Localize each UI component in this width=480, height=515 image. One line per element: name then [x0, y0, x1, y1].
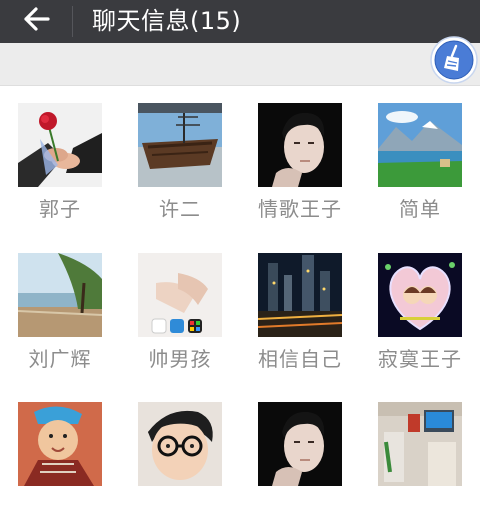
- member-shop[interactable]: [366, 385, 476, 515]
- page-title: 聊天信息(15): [92, 7, 242, 35]
- member-boy-cap[interactable]: [6, 385, 116, 515]
- avatar: [138, 402, 222, 486]
- member-qinggewangzi[interactable]: 情歌王子: [246, 86, 356, 221]
- avatar: [378, 103, 462, 187]
- member-name: 刘广辉: [28, 347, 92, 371]
- member-jiandan[interactable]: 简单: [366, 86, 476, 221]
- member-name: 简单: [399, 197, 441, 221]
- avatar: [378, 253, 462, 337]
- avatar: [138, 103, 222, 187]
- avatar: [378, 402, 462, 486]
- avatar: [138, 253, 222, 337]
- avatar: [258, 402, 342, 486]
- member-name: 情歌王子: [258, 197, 342, 221]
- member-young-man[interactable]: [246, 385, 356, 515]
- broom-icon: [430, 36, 478, 84]
- member-name: 郭子: [39, 197, 81, 221]
- member-guozi[interactable]: 郭子: [6, 86, 116, 221]
- avatar: [18, 402, 102, 486]
- arrow-left-icon: [23, 7, 51, 35]
- member-jimowangzi[interactable]: 寂寞王子: [366, 236, 476, 371]
- member-shuainanhai[interactable]: 帅男孩: [126, 236, 236, 371]
- member-name: 相信自己: [258, 347, 342, 371]
- header-divider: [72, 6, 73, 37]
- member-child-glasses[interactable]: [126, 385, 236, 515]
- avatar: [18, 253, 102, 337]
- member-name: 寂寞王子: [378, 347, 462, 371]
- back-button[interactable]: [20, 6, 54, 36]
- clean-button[interactable]: [429, 35, 479, 85]
- avatar: [258, 253, 342, 337]
- avatar: [258, 103, 342, 187]
- member-xiangxinziji[interactable]: 相信自己: [246, 236, 356, 371]
- member-grid: 郭子 许二 情歌王子 简单 刘广辉 帅男孩 相信自己 寂寞王子: [0, 86, 480, 486]
- member-xuer[interactable]: 许二: [126, 86, 236, 221]
- member-liuguanghui[interactable]: 刘广辉: [6, 236, 116, 371]
- member-name: 帅男孩: [148, 347, 212, 371]
- sub-header-strip: [0, 43, 480, 86]
- avatar: [18, 103, 102, 187]
- top-bar: 聊天信息(15): [0, 0, 480, 43]
- member-name: 许二: [159, 197, 201, 221]
